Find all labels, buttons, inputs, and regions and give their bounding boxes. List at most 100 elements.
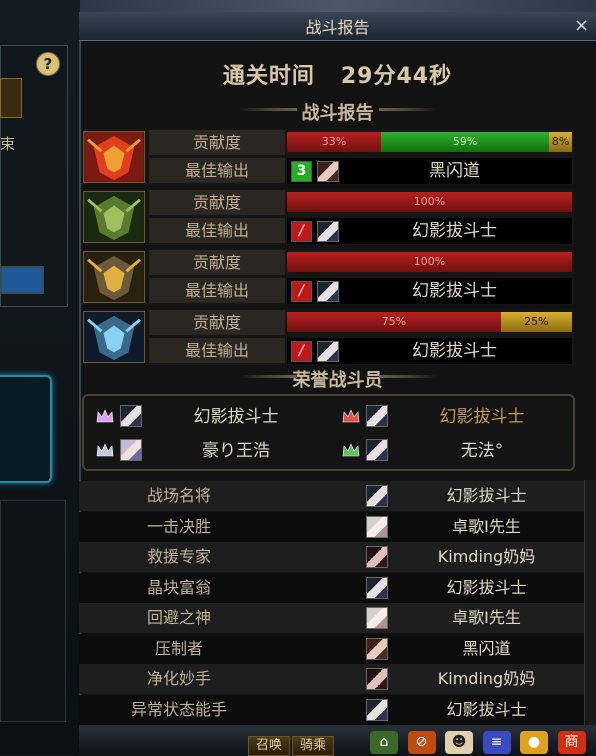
honor-member: 无法° [330,434,574,468]
best-output-cell: / 幻影拔斗士 [287,218,572,244]
gold-horned-mask-icon [83,251,145,303]
side-progress-bar [0,266,44,294]
summon-button[interactable]: 召唤 [248,736,290,756]
award-player-name: Kimding奶妈 [437,669,536,688]
best-output-name: 幻影拔斗士 [412,341,497,361]
contribution-label: 贡献度 [149,310,285,335]
honor-member: 幻影拔斗士 [330,400,574,434]
character-portrait-icon [366,546,388,568]
character-portrait-icon [366,607,388,629]
award-title: 压制者 [154,638,203,658]
boss-row: 贡献度最佳输出 75% 25% / 幻影拔斗士 [81,309,574,365]
skill-icon: 3 [291,161,312,182]
award-row: 回避之神 卓歌I先生 [79,603,584,633]
ornament-left [239,375,297,378]
award-player-name: 幻影拔斗士 [446,486,527,505]
contribution-segment: 59% [381,132,550,152]
best-output-label: 最佳输出 [149,278,285,303]
award-row: 救援专家 Kimding奶妈 [79,542,584,572]
contribution-bar: 100% [287,192,572,212]
contribution-segment: 33% [287,132,382,152]
skill-icon: / [291,341,312,362]
shop-icon[interactable]: 商 [557,731,586,754]
clear-time-value: 29分44秒 [340,64,453,89]
contribution-label: 贡献度 [149,250,285,275]
gold-coin-icon[interactable]: ● [520,731,548,754]
contribution-bar: 33% 59% 8% [287,132,572,152]
honor-member-name: 无法° [460,441,504,461]
contribution-bar: 100% [287,252,572,272]
character-portrait-icon [120,405,142,427]
character-portrait-icon [366,637,388,660]
side-highlight-box[interactable] [0,375,52,483]
section-battle-report-label: 战斗报告 [301,103,374,124]
red-crown-icon [342,409,360,423]
boss-row: 贡献度 最佳输出 100% / 幻影拔斗士 [81,189,574,245]
emote-face-icon[interactable]: ☻ [445,731,473,754]
contribution-segment: 100% [287,192,572,212]
green-crown-icon [342,443,360,457]
best-output-cell: / 幻影拔斗士 [287,278,572,304]
home-icon[interactable]: ⌂ [370,731,398,754]
help-button[interactable]: ? [36,52,60,76]
award-title: 一击决胜 [146,516,211,536]
silver-crown-icon [96,443,114,457]
ornament-left [239,108,297,111]
honor-member-name: 豪り王浩 [202,441,270,461]
best-output-name: 幻影拔斗士 [412,281,497,301]
award-row: 净化妙手 Kimding奶妈 [79,664,584,694]
contribution-segment: 8% [549,132,572,152]
scrollbar[interactable] [584,480,596,725]
character-portrait-icon [366,439,388,461]
award-player-name: 幻影拔斗士 [446,699,527,719]
clear-time-label: 通关时间 [222,64,315,89]
character-portrait-icon [366,485,388,507]
top-strip [80,0,596,12]
ornament-right [379,108,437,111]
award-row: 压制者 黑闪道 [79,633,584,664]
contribution-segment: 100% [287,252,572,272]
no-entry-icon[interactable]: ⊘ [407,731,436,754]
award-row: 异常状态能手 幻影拔斗士 [79,694,584,725]
side-text-fragment: 束 [0,135,16,153]
gold-crown-icon [96,409,114,423]
honor-member-name: 幻影拔斗士 [439,407,525,427]
red-armored-mask-icon [83,131,145,183]
character-portrait-icon [366,576,388,599]
award-row: 战场名将 幻影拔斗士 [79,481,584,511]
contribution-label: 贡献度 [149,130,285,155]
clear-time: 通关时间 29分44秒 [79,58,596,90]
honor-member-name: 幻影拔斗士 [193,407,279,427]
menu-icon[interactable]: ≡ [482,731,511,754]
skill-icon: / [291,281,312,302]
ornament-right [379,375,437,378]
best-output-name: 黑闪道 [429,161,480,181]
best-output-label: 最佳输出 [149,338,285,363]
character-portrait-icon [366,405,388,427]
character-portrait-icon [366,668,388,690]
best-output-label: 最佳输出 [149,158,285,183]
character-portrait-icon [317,341,339,362]
honor-box: 幻影拔斗士 幻影拔斗士豪り王浩 无法° [82,394,575,471]
dialog-title: 战斗报告 [305,18,370,37]
contribution-segment: 75% [287,312,501,332]
contribution-segment: 25% [500,312,572,332]
boss-row: 贡献度最佳输出 33% 59% 8% 3 黑闪道 [81,129,574,185]
character-portrait-icon [366,515,388,538]
ride-button[interactable]: 骑乘 [292,736,334,756]
contribution-bar: 75% 25% [287,312,572,332]
close-button[interactable]: × [574,15,589,36]
award-title: 晶块富翁 [146,577,211,597]
contribution-label: 贡献度 [149,190,285,215]
bottom-toolbar [79,725,596,754]
award-player-name: 黑闪道 [462,638,511,658]
honor-member: 幻影拔斗士 [84,400,328,434]
award-title: 回避之神 [146,608,211,627]
blue-horned-mask-icon [83,311,145,363]
side-lower-panel [0,500,66,722]
award-player-name: 卓歌I先生 [452,608,521,627]
award-title: 异常状态能手 [130,699,227,719]
skill-icon: / [291,221,312,242]
award-player-name: 卓歌I先生 [452,516,521,536]
award-row: 晶块富翁 幻影拔斗士 [79,572,584,603]
